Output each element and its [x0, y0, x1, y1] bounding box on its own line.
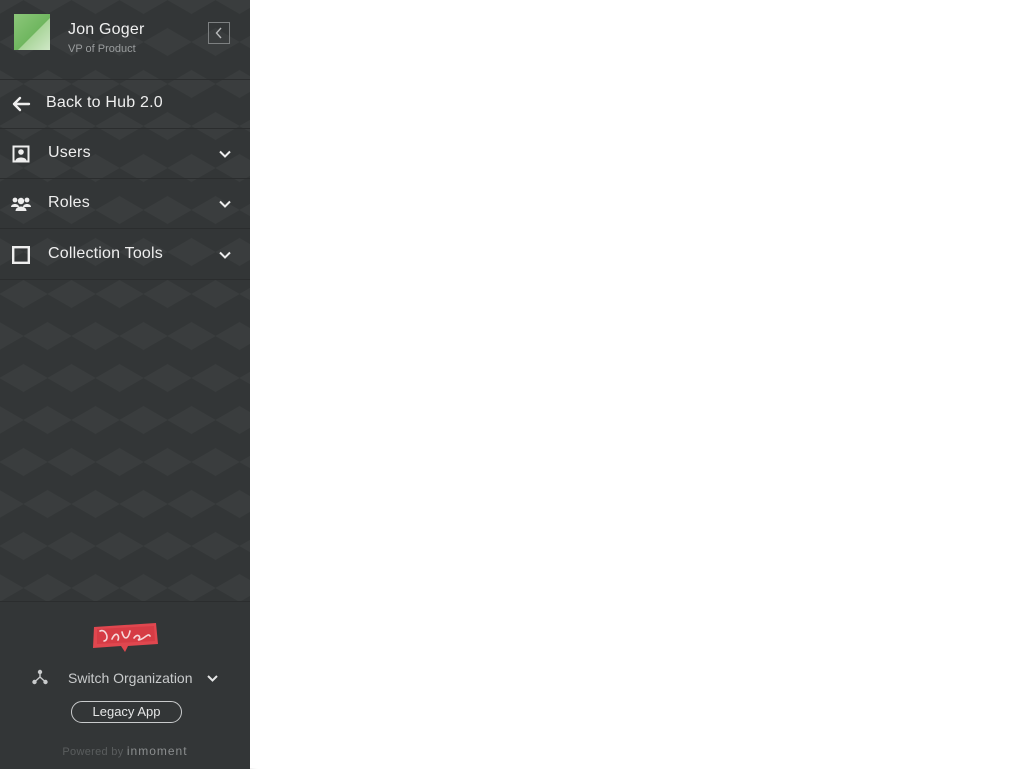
nav-item-users-label: Users [48, 144, 91, 161]
switch-organization-label: Switch Organization [68, 670, 193, 686]
user-title: VP of Product [68, 43, 136, 55]
nav-item-roles[interactable]: Roles [0, 179, 250, 229]
nav-item-collection-tools-label: Collection Tools [48, 245, 163, 262]
powered-by-prefix: Powered by [62, 746, 124, 758]
powered-by-brand[interactable]: inmoment [127, 744, 188, 758]
sidebar-footer: Switch Organization Legacy App Powered b… [0, 601, 250, 769]
chevron-down-icon [207, 675, 218, 682]
user-name: Jon Goger [68, 21, 145, 38]
nav-item-collection-tools[interactable]: Collection Tools [0, 229, 250, 280]
sidebar: Jon Goger VP of Product Back to Hub 2.0 … [0, 0, 250, 769]
square-outline-icon [11, 245, 31, 265]
user-card-icon [11, 144, 31, 164]
user-profile: Jon Goger VP of Product [0, 0, 250, 80]
powered-by: Powered by inmoment [0, 744, 250, 758]
nav-item-users[interactable]: Users [0, 129, 250, 179]
nav-item-roles-label: Roles [48, 194, 90, 211]
legacy-app-button[interactable]: Legacy App [71, 701, 182, 723]
back-to-hub-label: Back to Hub 2.0 [46, 94, 163, 111]
brand-logo [93, 623, 158, 652]
switch-organization-dropdown[interactable]: Switch Organization [0, 666, 250, 690]
people-group-icon [11, 194, 31, 214]
main-content [250, 0, 1024, 768]
chevron-down-icon [219, 251, 231, 259]
chevron-down-icon [219, 150, 231, 158]
arrow-left-icon [11, 94, 31, 114]
chevron-left-icon [215, 27, 222, 39]
collapse-sidebar-button[interactable] [208, 22, 230, 44]
chevron-down-icon [219, 200, 231, 208]
network-icon [32, 669, 48, 685]
avatar[interactable] [14, 14, 50, 50]
back-to-hub-link[interactable]: Back to Hub 2.0 [0, 79, 250, 129]
